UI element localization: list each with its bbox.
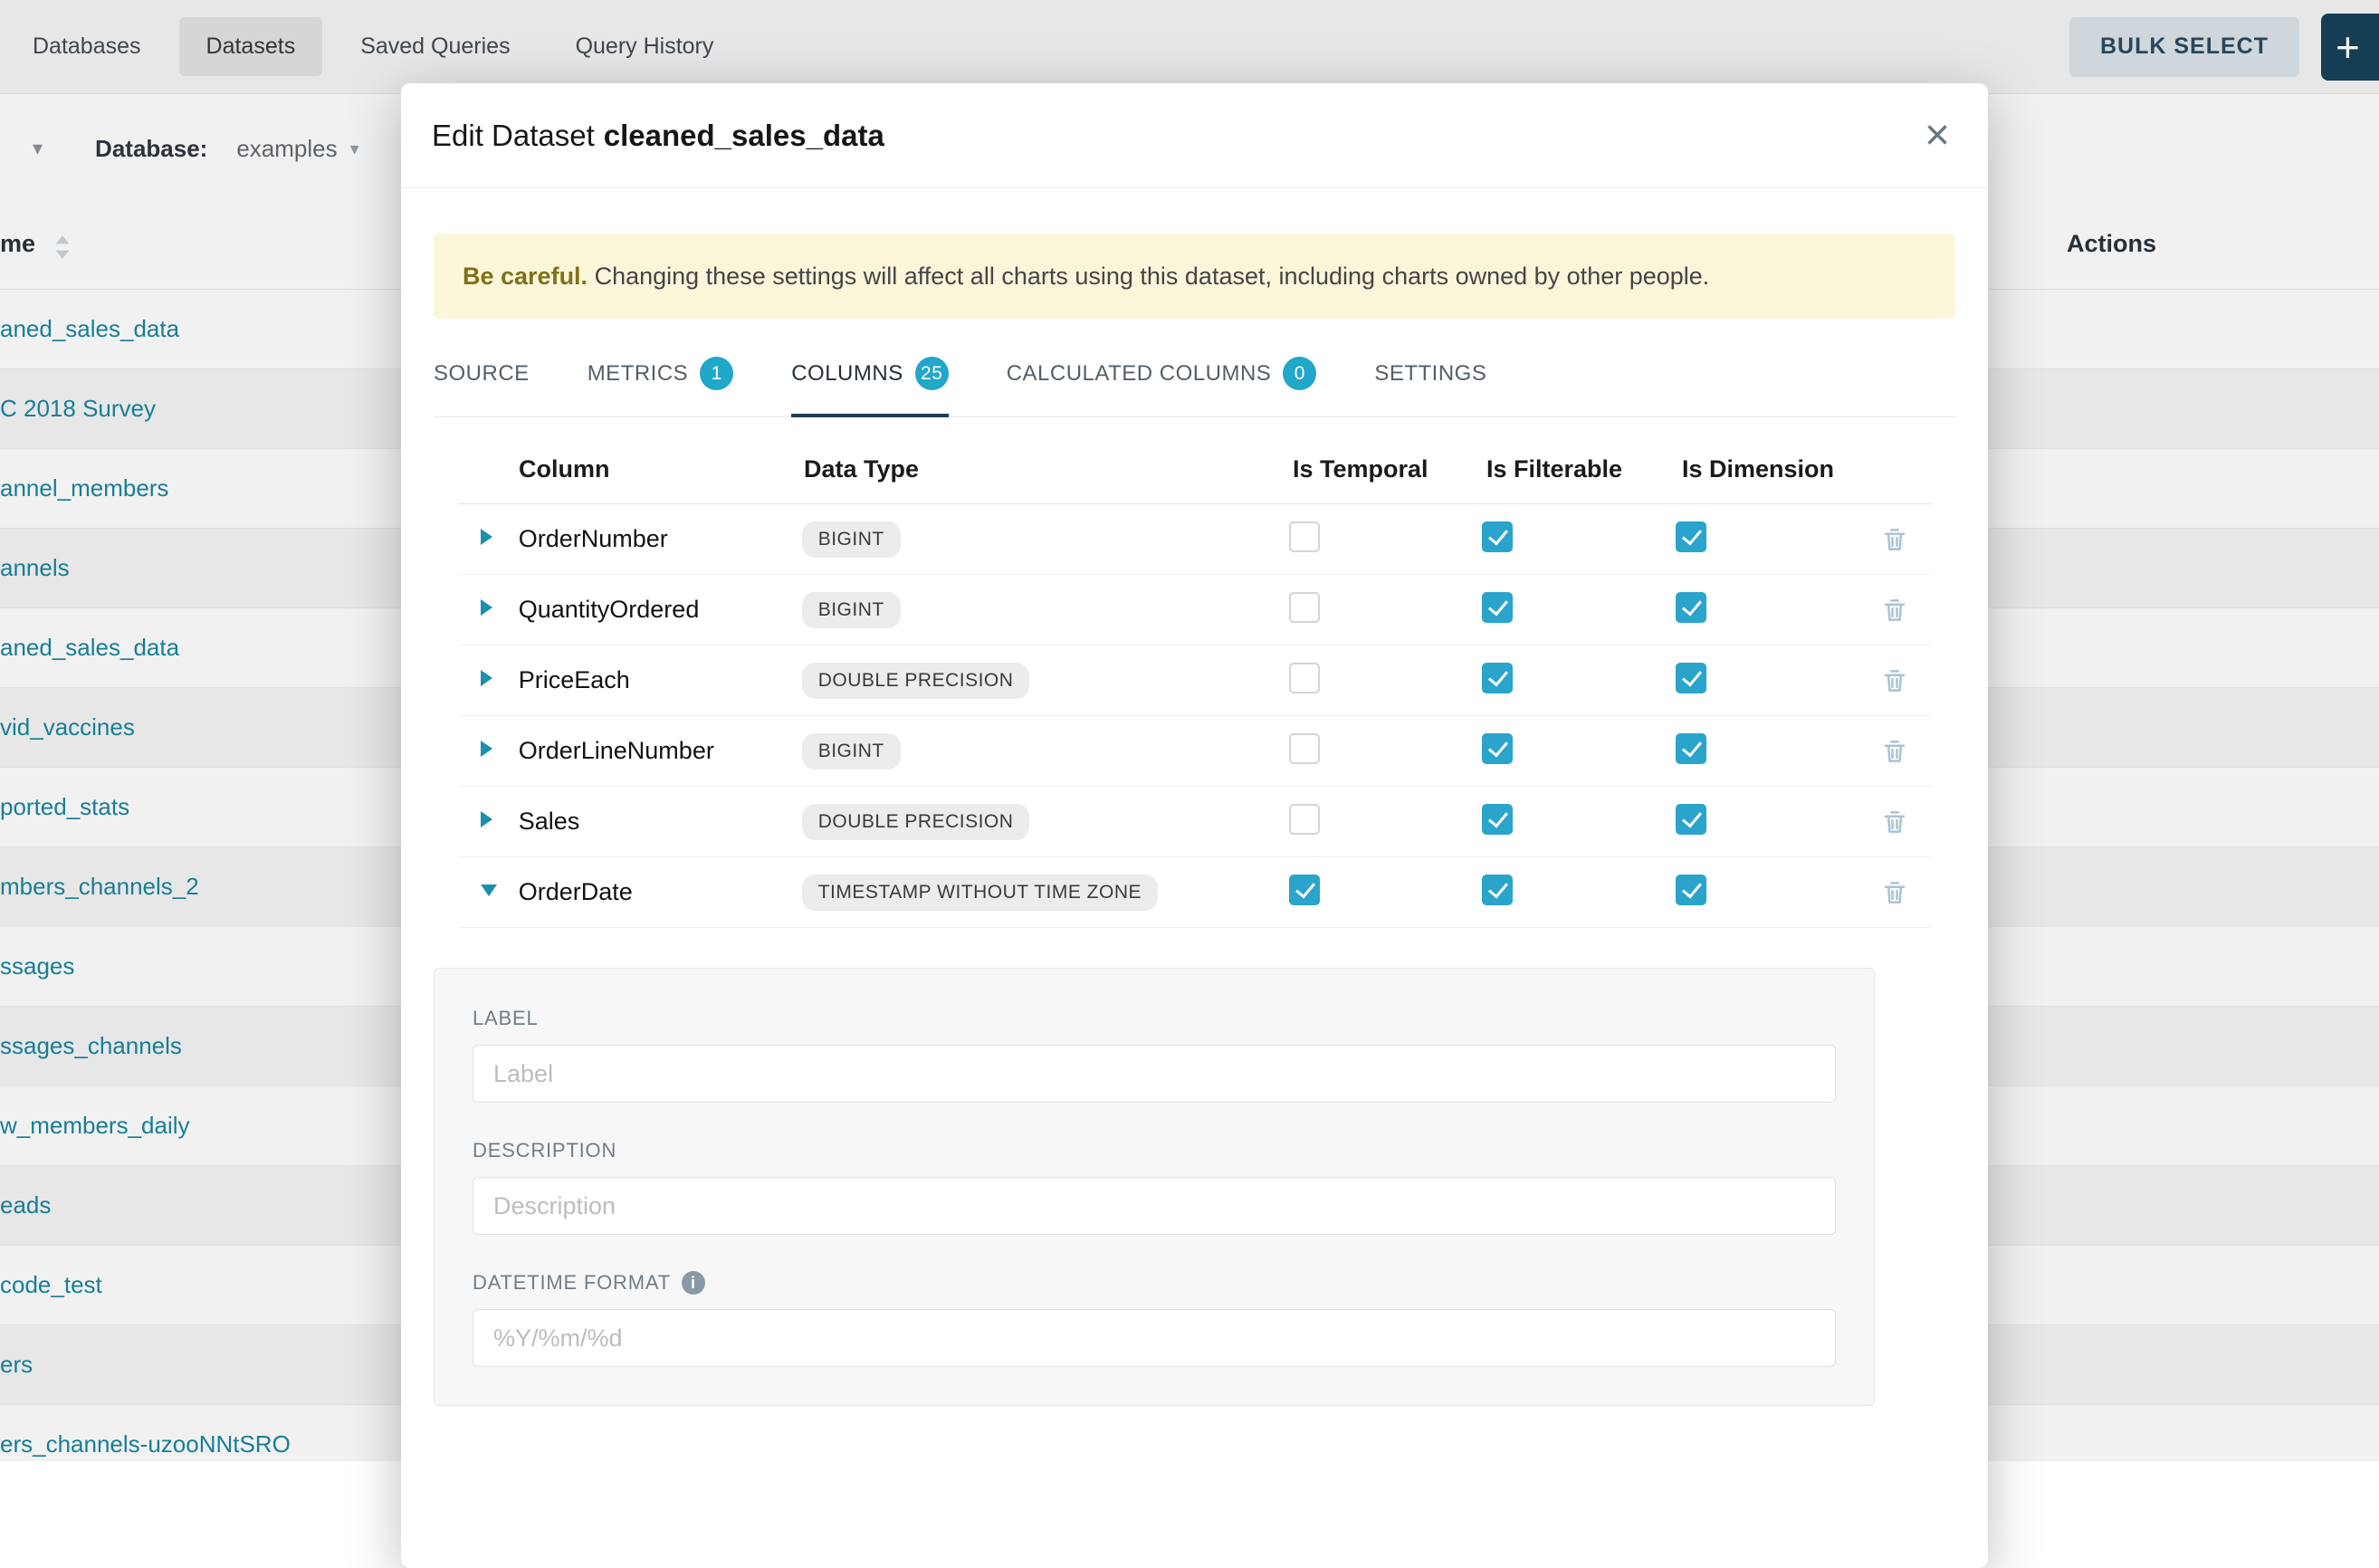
- tab-label: SOURCE: [434, 361, 530, 387]
- data-type-pill: TIMESTAMP WITHOUT TIME ZONE: [802, 875, 1158, 911]
- column-name: PriceEach: [519, 666, 802, 694]
- tab-count-badge: 1: [700, 357, 733, 390]
- column-row: OrderLineNumberBIGINT: [459, 716, 1932, 787]
- is-dimension-checkbox[interactable]: [1676, 592, 1706, 623]
- description-field-group: DESCRIPTION: [473, 1139, 1836, 1235]
- tab-calculated-columns[interactable]: CALCULATED COLUMNS 0: [1007, 342, 1317, 417]
- label-input[interactable]: [473, 1045, 1836, 1103]
- column-header-data-type: Data Type: [804, 455, 1293, 483]
- label-field-label: LABEL: [473, 1007, 1836, 1030]
- modal-tabs: SOURCE METRICS 1 COLUMNS 25 CALCULATED COLUMN…: [434, 342, 1955, 417]
- is-dimension-checkbox[interactable]: [1676, 875, 1706, 905]
- is-filterable-checkbox[interactable]: [1482, 521, 1513, 552]
- column-detail-panel: LABEL DESCRIPTION DATETIME FORMAT i: [434, 968, 1875, 1406]
- warning-message: Changing these settings will affect all …: [588, 263, 1709, 290]
- is-temporal-checkbox[interactable]: [1289, 521, 1320, 552]
- columns-table: Column Data Type Is Temporal Is Filterab…: [459, 435, 1932, 928]
- info-icon[interactable]: i: [682, 1271, 705, 1295]
- tab-metrics[interactable]: METRICS 1: [588, 342, 734, 417]
- warning-banner: Be careful. Changing these settings will…: [434, 234, 1955, 319]
- data-type-pill: BIGINT: [802, 733, 901, 770]
- columns-rows: OrderNumberBIGINTQuantityOrderedBIGINTPr…: [459, 504, 1932, 928]
- column-row: OrderNumberBIGINT: [459, 504, 1932, 575]
- is-dimension-checkbox[interactable]: [1676, 521, 1706, 552]
- datetime-format-label-text: DATETIME FORMAT: [473, 1271, 671, 1295]
- delete-column-icon[interactable]: [1881, 808, 1908, 836]
- datetime-format-input[interactable]: [473, 1309, 1836, 1367]
- data-type-pill: BIGINT: [802, 521, 901, 558]
- is-dimension-checkbox[interactable]: [1676, 733, 1706, 764]
- tab-label: METRICS: [588, 361, 689, 387]
- warning-emphasis: Be careful.: [463, 263, 588, 290]
- column-name: QuantityOrdered: [519, 596, 802, 624]
- collapse-row-icon[interactable]: [481, 884, 497, 896]
- data-type-pill: DOUBLE PRECISION: [802, 663, 1030, 699]
- is-dimension-checkbox[interactable]: [1676, 663, 1706, 693]
- expand-row-icon[interactable]: [481, 811, 492, 827]
- label-field-group: LABEL: [473, 1007, 1836, 1103]
- column-header-is-dimension: Is Dimension: [1682, 455, 1890, 483]
- close-icon[interactable]: ×: [1919, 113, 1955, 158]
- modal-dataset-name: cleaned_sales_data: [604, 119, 884, 152]
- column-name: OrderLineNumber: [519, 737, 802, 765]
- tab-settings[interactable]: SETTINGS: [1374, 342, 1486, 417]
- is-filterable-checkbox[interactable]: [1482, 733, 1513, 764]
- is-temporal-checkbox[interactable]: [1289, 804, 1320, 835]
- columns-table-header: Column Data Type Is Temporal Is Filterab…: [459, 435, 1932, 504]
- delete-column-icon[interactable]: [1881, 526, 1908, 553]
- datetime-format-field-label: DATETIME FORMAT i: [473, 1271, 1836, 1295]
- delete-column-icon[interactable]: [1881, 879, 1908, 906]
- data-type-pill: BIGINT: [802, 592, 901, 628]
- is-temporal-checkbox[interactable]: [1289, 733, 1320, 764]
- expand-row-icon[interactable]: [481, 741, 492, 757]
- column-row: OrderDateTIMESTAMP WITHOUT TIME ZONE: [459, 857, 1932, 928]
- is-dimension-checkbox[interactable]: [1676, 804, 1706, 835]
- description-input[interactable]: [473, 1177, 1836, 1235]
- is-temporal-checkbox[interactable]: [1289, 663, 1320, 693]
- column-row: PriceEachDOUBLE PRECISION: [459, 645, 1932, 716]
- expand-row-icon[interactable]: [481, 670, 492, 686]
- is-temporal-checkbox[interactable]: [1289, 875, 1320, 905]
- delete-column-icon[interactable]: [1881, 738, 1908, 765]
- delete-column-icon[interactable]: [1881, 597, 1908, 624]
- is-filterable-checkbox[interactable]: [1482, 663, 1513, 693]
- datetime-format-field-group: DATETIME FORMAT i: [473, 1271, 1836, 1367]
- modal-body: Be careful. Changing these settings will…: [401, 234, 1988, 1406]
- modal-title: Edit Dataset cleaned_sales_data: [432, 119, 884, 153]
- column-header-is-filterable: Is Filterable: [1486, 455, 1682, 483]
- expand-row-icon[interactable]: [481, 599, 492, 616]
- tab-label: SETTINGS: [1374, 361, 1486, 387]
- data-type-pill: DOUBLE PRECISION: [802, 804, 1030, 840]
- is-filterable-checkbox[interactable]: [1482, 804, 1513, 835]
- tab-count-badge: 25: [915, 357, 949, 390]
- modal-title-prefix: Edit Dataset: [432, 119, 595, 152]
- is-filterable-checkbox[interactable]: [1482, 875, 1513, 905]
- column-name: Sales: [519, 808, 802, 836]
- tab-count-badge: 0: [1283, 357, 1316, 390]
- column-header-column: Column: [519, 455, 804, 483]
- is-filterable-checkbox[interactable]: [1482, 592, 1513, 623]
- delete-column-icon[interactable]: [1881, 667, 1908, 694]
- tab-source[interactable]: SOURCE: [434, 342, 530, 417]
- tab-columns[interactable]: COLUMNS 25: [791, 342, 949, 417]
- tab-label: CALCULATED COLUMNS: [1007, 361, 1272, 387]
- column-header-is-temporal: Is Temporal: [1293, 455, 1486, 483]
- expand-row-icon[interactable]: [481, 529, 492, 545]
- description-field-label: DESCRIPTION: [473, 1139, 1836, 1162]
- column-name: OrderNumber: [519, 525, 802, 553]
- column-row: SalesDOUBLE PRECISION: [459, 787, 1932, 857]
- column-name: OrderDate: [519, 878, 802, 906]
- modal-header: Edit Dataset cleaned_sales_data ×: [401, 83, 1988, 188]
- column-row: QuantityOrderedBIGINT: [459, 575, 1932, 645]
- edit-dataset-modal: Edit Dataset cleaned_sales_data × Be care…: [401, 83, 1988, 1568]
- is-temporal-checkbox[interactable]: [1289, 592, 1320, 623]
- tab-label: COLUMNS: [791, 361, 903, 387]
